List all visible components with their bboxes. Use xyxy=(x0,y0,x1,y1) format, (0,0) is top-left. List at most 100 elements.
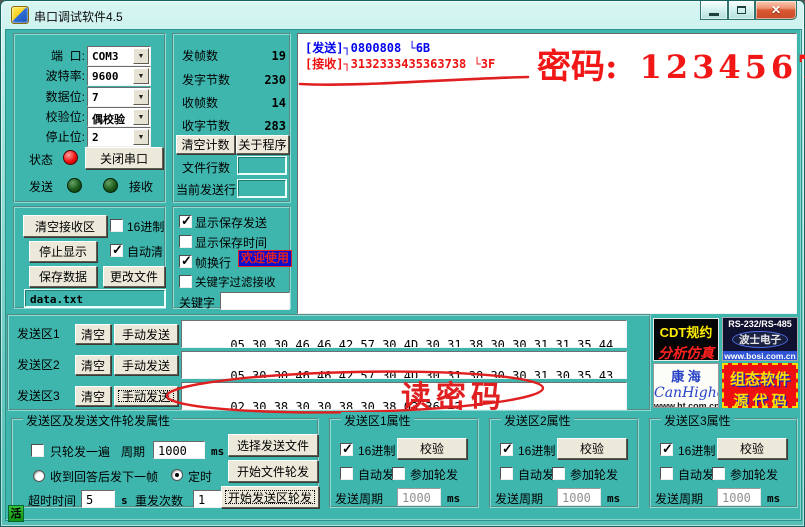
zone3-auto-checkbox[interactable] xyxy=(660,467,673,480)
zone3-period-label: 发送周期 xyxy=(655,492,703,506)
stopbits-select[interactable]: 2 ▼ xyxy=(87,127,151,147)
minimize-icon xyxy=(709,13,719,16)
maximize-button[interactable] xyxy=(728,1,755,20)
baud-select[interactable]: 9600 ▼ xyxy=(87,66,151,86)
zone3-hex-checkbox[interactable] xyxy=(660,443,673,456)
zone1-panel-title: 发送区1属性 xyxy=(341,412,414,429)
rx-bytes-label: 收字节数 xyxy=(182,119,230,133)
zone3-period-input[interactable]: 1000 xyxy=(717,488,761,506)
zone1-hex-checkbox[interactable] xyxy=(340,443,353,456)
change-file-button[interactable]: 更改文件 xyxy=(103,266,165,287)
zone1-verify-button[interactable]: 校验 xyxy=(397,438,467,459)
cycle-period-input[interactable]: 1000 xyxy=(153,441,205,459)
dropdown-arrow-icon[interactable]: ▼ xyxy=(133,68,149,84)
save-file-name-field[interactable]: data.txt xyxy=(25,290,165,307)
ad-scada-line2: 源 代 码 xyxy=(724,390,796,408)
show-save-time-label: 显示保存时间 xyxy=(195,236,267,250)
zone1-join-checkbox[interactable] xyxy=(392,467,405,480)
zone2-auto-checkbox[interactable] xyxy=(500,467,513,480)
titlebar[interactable]: 串口调试软件4.5 ✕ xyxy=(1,1,805,29)
save-data-button[interactable]: 保存数据 xyxy=(29,266,97,287)
current-line-field[interactable] xyxy=(238,180,286,197)
ad-bosi[interactable]: RS-232/RS-485 波士电子 www.bosi.com.cn xyxy=(722,317,798,361)
ad-scada[interactable]: 组态软件 源 代 码 xyxy=(722,363,798,408)
clear-count-button[interactable]: 清空计数 xyxy=(176,135,235,154)
close-button[interactable]: ✕ xyxy=(755,1,797,20)
stopbits-select-value: 2 xyxy=(92,131,99,144)
close-port-button[interactable]: 关闭串口 xyxy=(85,147,163,169)
dropdown-arrow-icon[interactable]: ▼ xyxy=(133,89,149,105)
start-file-cycle-button[interactable]: 开始文件轮发 xyxy=(228,460,318,482)
zone1-auto-checkbox[interactable] xyxy=(340,467,353,480)
send-zone2-scrollbar[interactable]: ▲ ▼ xyxy=(610,353,625,379)
ad-canhigher[interactable]: 康 海 CanHigher www.ht.com.cn xyxy=(653,363,719,408)
send-zone1-manual-button[interactable]: 手动发送 xyxy=(114,324,178,344)
send-zone3-scrollbar[interactable]: ▲ ▼ xyxy=(610,384,625,410)
cycle-period-unit: ms xyxy=(211,445,224,458)
keyword-filter-checkbox[interactable] xyxy=(179,275,192,288)
send-zone1-data-input[interactable]: 05 30 30 46 46 42 57 30 4D 30 31 38 30 3… xyxy=(181,320,627,348)
show-save-send-checkbox[interactable] xyxy=(179,215,192,228)
tx-bytes-label: 发字节数 xyxy=(182,73,230,87)
baud-label: 波特率: xyxy=(21,69,85,83)
frame-wrap-checkbox[interactable] xyxy=(179,255,192,268)
minimize-button[interactable] xyxy=(700,1,728,20)
port-label: 端 口: xyxy=(21,49,85,63)
cycle-send-panel-title: 发送区及发送文件轮发属性 xyxy=(23,412,173,429)
keyword-input[interactable] xyxy=(220,292,290,310)
port-select-value: COM3 xyxy=(92,50,119,63)
show-save-send-label: 显示保存发送 xyxy=(195,216,267,230)
zone3-join-label: 参加轮发 xyxy=(730,468,778,482)
send-zone2-clear-button[interactable]: 清空 xyxy=(75,355,111,375)
timer-mode-radio[interactable] xyxy=(171,469,183,481)
auto-clear-checkbox[interactable] xyxy=(110,244,123,257)
zone2-period-unit: ms xyxy=(607,492,620,505)
rx-bytes-value: 283 xyxy=(244,119,286,133)
reply-mode-radio[interactable] xyxy=(33,470,45,482)
file-lines-field[interactable] xyxy=(238,157,286,174)
stop-display-button[interactable]: 停止显示 xyxy=(29,241,97,262)
databits-select[interactable]: 7 ▼ xyxy=(87,87,151,107)
welcome-badge: 欢迎使用 xyxy=(238,250,292,267)
cycle-once-checkbox[interactable] xyxy=(31,444,44,457)
annotation-underline xyxy=(297,71,532,89)
ad-cdt[interactable]: CDT规约 分析仿真 xyxy=(653,318,719,361)
ad-canhigher-line2: CanHigher xyxy=(654,385,718,401)
zone1-hex-label: 16进制 xyxy=(358,444,395,458)
select-send-file-button[interactable]: 选择发送文件 xyxy=(228,434,318,456)
send-zone3-clear-button[interactable]: 清空 xyxy=(75,386,111,406)
zone2-hex-checkbox[interactable] xyxy=(500,443,513,456)
ime-indicator[interactable]: 活 xyxy=(8,505,24,522)
zone2-period-input[interactable]: 1000 xyxy=(557,488,601,506)
timeout-input[interactable]: 5 xyxy=(81,490,115,508)
ad-bosi-line3: www.bosi.com.cn xyxy=(723,351,797,361)
send-zone1-clear-button[interactable]: 清空 xyxy=(75,324,111,344)
dropdown-arrow-icon[interactable]: ▼ xyxy=(133,109,149,125)
clear-receive-button[interactable]: 清空接收区 xyxy=(23,215,107,237)
dropdown-arrow-icon[interactable]: ▼ xyxy=(133,48,149,64)
annotation-password: 密码: 12345678 xyxy=(537,39,805,88)
send-led xyxy=(67,178,82,193)
rx-frames-value: 14 xyxy=(244,96,286,110)
zone3-auto-label: 自动发 xyxy=(678,468,714,482)
status-led xyxy=(63,150,78,165)
start-zone-cycle-button[interactable]: 开始发送区轮发 xyxy=(221,486,319,508)
about-button[interactable]: 关于程序 xyxy=(236,135,289,154)
maximize-icon xyxy=(737,6,746,14)
zone2-join-checkbox[interactable] xyxy=(552,467,565,480)
annotation-password-label: 密码: xyxy=(537,39,618,88)
send-led-label: 发送 xyxy=(29,180,53,194)
zone3-verify-button[interactable]: 校验 xyxy=(717,438,787,459)
hex-display-checkbox[interactable] xyxy=(110,219,123,232)
show-save-time-checkbox[interactable] xyxy=(179,235,192,248)
parity-label: 校验位: xyxy=(21,110,85,124)
port-select[interactable]: COM3 ▼ xyxy=(87,46,151,66)
zone2-verify-button[interactable]: 校验 xyxy=(557,438,627,459)
dropdown-arrow-icon[interactable]: ▼ xyxy=(133,129,149,145)
send-zone1-scrollbar[interactable]: ▲ ▼ xyxy=(610,322,625,348)
tx-frames-label: 发帧数 xyxy=(182,49,218,63)
zone1-period-input[interactable]: 1000 xyxy=(397,488,441,506)
zone3-join-checkbox[interactable] xyxy=(712,467,725,480)
parity-select[interactable]: 偶校验 ▼ xyxy=(87,107,151,127)
rx-frames-label: 收帧数 xyxy=(182,96,218,110)
